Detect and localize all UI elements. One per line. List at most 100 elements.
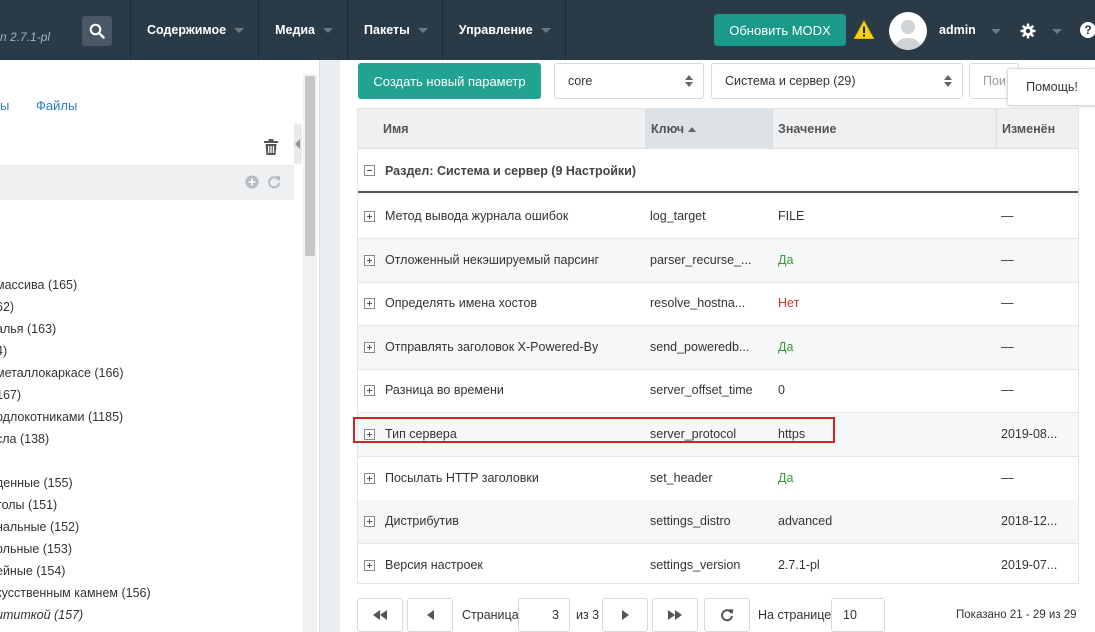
setting-key-cell: server_protocol: [650, 427, 737, 441]
setting-value-cell: advanced: [778, 514, 833, 529]
table-row[interactable]: Посылать HTTP заголовки set_header Да —: [358, 457, 1078, 501]
gear-icon[interactable]: [1020, 23, 1036, 39]
expand-icon[interactable]: [364, 298, 375, 310]
setting-changed-cell: 2019-08...: [1001, 427, 1058, 441]
group-label: Раздел: Система и сервер (9 Настройки): [385, 164, 637, 178]
setting-value-cell: FILE: [778, 209, 805, 223]
table-row[interactable]: Определять имена хостов resolve_hostna...…: [358, 282, 1078, 327]
first-page-button[interactable]: [357, 598, 403, 632]
tree-item[interactable]: ититкой (157): [0, 604, 300, 626]
collapse-panel-handle[interactable]: [294, 124, 302, 164]
setting-value-cell: Нет: [778, 296, 800, 311]
expand-icon[interactable]: [364, 341, 375, 353]
setting-key-cell: log_target: [650, 209, 706, 223]
expand-icon[interactable]: [364, 559, 375, 571]
tab-files[interactable]: Файлы: [36, 98, 77, 113]
tree-item[interactable]: 62): [0, 296, 300, 318]
menu-manage[interactable]: Управление: [441, 0, 566, 60]
setting-changed-cell: —: [1001, 209, 1014, 223]
expand-icon[interactable]: [364, 254, 375, 266]
tree-item[interactable]: кусственным камнем (156): [0, 582, 300, 604]
create-setting-button[interactable]: Создать новый параметр: [358, 63, 541, 99]
chevron-down-icon: [417, 27, 428, 33]
table-row[interactable]: Отложенный некэшируемый парсинг parser_re…: [358, 238, 1078, 283]
namespace-select[interactable]: core: [554, 63, 704, 99]
setting-value-cell: Да: [778, 470, 794, 485]
setting-name-cell: Посылать HTTP заголовки: [385, 470, 539, 485]
user-name[interactable]: admin: [939, 23, 976, 37]
next-page-button[interactable]: [602, 598, 648, 632]
tree-item[interactable]: толы (151): [0, 494, 300, 516]
arrow-right-icon: [621, 610, 629, 620]
table-row[interactable]: Метод вывода журнала ошибок log_target FIL…: [358, 195, 1078, 239]
table-row[interactable]: Отправлять заголовок X-Powered-By send_po…: [358, 325, 1078, 370]
help-button[interactable]: Помощь!: [1007, 68, 1095, 106]
chevron-down-icon[interactable]: [991, 29, 1001, 34]
group-header-row[interactable]: Раздел: Система и сервер (9 Настройки): [358, 149, 1078, 193]
scrollbar-thumb[interactable]: [305, 76, 315, 256]
refresh-icon: [721, 609, 734, 622]
expand-icon[interactable]: [364, 429, 375, 440]
setting-name-cell: Версия настроек: [385, 557, 483, 572]
table-row[interactable]: Тип сервера server_protocol https 2019-08..…: [358, 413, 1078, 457]
setting-key-cell: send_poweredb...: [650, 339, 750, 354]
per-page-input[interactable]: 10: [831, 598, 885, 632]
help-icon[interactable]: ?: [1080, 22, 1095, 38]
column-header-name[interactable]: Имя: [358, 109, 646, 149]
tree-item[interactable]: денные (155): [0, 472, 300, 494]
pagination-toolbar: Страница 3 из 3 На странице: 10 Показано…: [357, 598, 1095, 632]
setting-name-cell: Отправлять заголовок X-Powered-By: [385, 339, 599, 354]
chevron-down-icon: [234, 27, 245, 33]
setting-key-cell: parser_recurse_...: [650, 252, 752, 267]
menu-packages[interactable]: Пакеты: [347, 0, 442, 60]
plus-circle-icon[interactable]: [245, 175, 259, 189]
tree-item[interactable]: [0, 450, 300, 472]
tree-item[interactable]: 167): [0, 384, 300, 406]
results-summary: Показано 21 - 29 из 29: [956, 609, 1077, 621]
last-page-button[interactable]: [652, 598, 698, 632]
select-arrows-icon: [685, 75, 693, 87]
tree-root-row[interactable]: [0, 166, 294, 200]
menu-media[interactable]: Медиа: [258, 0, 347, 60]
refresh-icon[interactable]: [267, 175, 281, 189]
page-number-input[interactable]: 3: [518, 598, 570, 632]
setting-key-cell: settings_distro: [650, 514, 731, 529]
collapse-icon[interactable]: [364, 165, 375, 176]
tree-item[interactable]: алья (163): [0, 318, 300, 340]
trash-icon[interactable]: [262, 138, 280, 156]
setting-changed-cell: —: [1001, 339, 1014, 354]
menu-content[interactable]: Содержимое: [130, 0, 258, 60]
expand-icon[interactable]: [364, 472, 375, 484]
modx-version: n 2.7.1-pl: [0, 30, 51, 44]
update-modx-button[interactable]: Обновить MODX: [714, 14, 846, 46]
setting-value-cell: Да: [778, 252, 794, 267]
expand-icon[interactable]: [364, 385, 375, 397]
scrollbar[interactable]: [303, 74, 317, 632]
tree-item[interactable]: рдлокотниками (1185): [0, 406, 300, 428]
arrow-left-icon: [426, 610, 434, 620]
avatar[interactable]: [889, 12, 927, 50]
warning-icon[interactable]: [854, 20, 874, 40]
expand-icon[interactable]: [364, 211, 375, 222]
column-header-value[interactable]: Значение: [773, 109, 997, 149]
table-row[interactable]: Дистрибутив settings_distro advanced 2018-1…: [358, 500, 1078, 545]
refresh-button[interactable]: [704, 598, 750, 632]
table-row[interactable]: Версия настроек settings_version 2.7.1-pl 2…: [358, 544, 1078, 583]
tree-item[interactable]: металлокаркасе (166): [0, 362, 300, 384]
tab-partial[interactable]: ы: [0, 98, 9, 113]
tree-item[interactable]: 4): [0, 340, 300, 362]
tree-item[interactable]: нальные (152): [0, 516, 300, 538]
expand-icon[interactable]: [364, 516, 375, 528]
prev-page-button[interactable]: [407, 598, 453, 632]
column-header-changed[interactable]: Изменён: [997, 109, 1078, 149]
tree-item[interactable]: массива (165): [0, 274, 300, 296]
column-header-key[interactable]: Ключ: [646, 109, 773, 149]
search-button[interactable]: [82, 16, 112, 46]
tree-item[interactable]: сла (138): [0, 428, 300, 450]
area-select[interactable]: Система и сервер (29): [711, 63, 963, 99]
chevron-down-icon[interactable]: [1052, 29, 1062, 34]
setting-key-cell: server_offset_time: [650, 383, 753, 398]
tree-item[interactable]: ейные (154): [0, 560, 300, 582]
tree-item[interactable]: ольные (153): [0, 538, 300, 560]
table-row[interactable]: Разница во времени server_offset_time 0 —: [358, 369, 1078, 414]
